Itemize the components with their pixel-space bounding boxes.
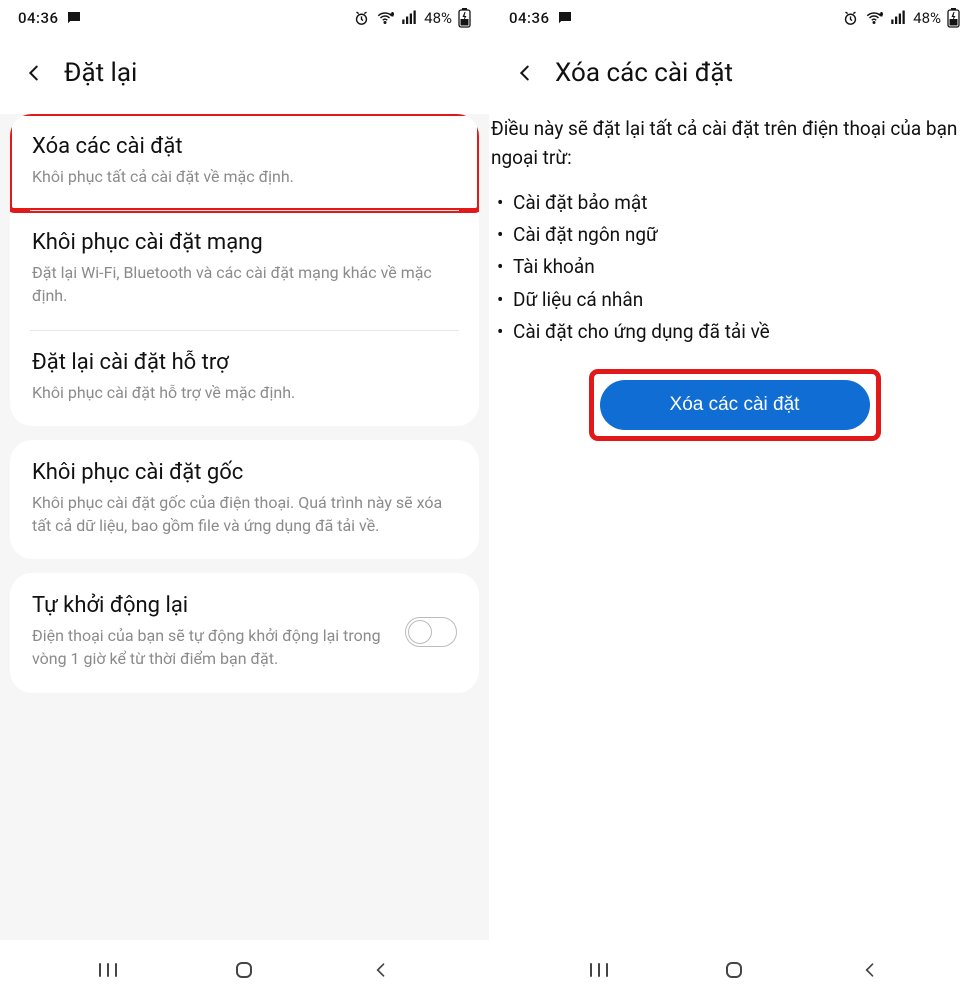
reset-settings-button[interactable]: Xóa các cài đặt	[600, 380, 870, 430]
alarm-icon	[842, 10, 859, 27]
item-desc: Khôi phục cài đặt hỗ trợ về mặc định.	[32, 381, 457, 404]
message-icon	[65, 9, 83, 27]
phone-screen-left: 04:36 + 48% Đặt lại	[0, 0, 489, 1000]
status-bar: 04:36 + 48%	[491, 0, 978, 36]
wifi-icon: +	[865, 9, 883, 27]
settings-group-2: Khôi phục cài đặt gốc Khôi phục cài đặt …	[10, 440, 479, 559]
settings-group-3: Tự khởi động lại Điện thoại của bạn sẽ t…	[10, 573, 479, 692]
signal-icon	[889, 9, 907, 27]
list-item: Dữ liệu cá nhân	[513, 284, 978, 316]
nav-home[interactable]	[709, 955, 759, 985]
nav-recents[interactable]	[574, 955, 624, 985]
back-button[interactable]	[22, 61, 46, 85]
battery-icon	[458, 8, 471, 28]
list-item: Cài đặt ngôn ngữ	[513, 219, 978, 251]
nav-back[interactable]	[845, 955, 895, 985]
item-desc: Điện thoại của bạn sẽ tự động khởi động …	[32, 624, 391, 670]
battery-text: 48%	[424, 9, 452, 27]
nav-recents[interactable]	[83, 955, 133, 985]
item-auto-restart[interactable]: Tự khởi động lại Điện thoại của bạn sẽ t…	[10, 573, 479, 692]
page-title: Xóa các cài đặt	[555, 58, 733, 88]
svg-text:+: +	[391, 12, 394, 18]
item-title: Đặt lại cài đặt hỗ trợ	[32, 350, 457, 375]
status-bar: 04:36 + 48%	[0, 0, 489, 36]
item-desc: Khôi phục tất cả cài đặt về mặc định.	[32, 165, 457, 188]
list-item: Cài đặt cho ứng dụng đã tải về	[513, 316, 978, 348]
alarm-icon	[353, 10, 370, 27]
item-title: Xóa các cài đặt	[32, 134, 457, 159]
detail-intro: Điều này sẽ đặt lại tất cả cài đặt trên …	[491, 114, 978, 173]
nav-home[interactable]	[219, 955, 269, 985]
exclusion-list: Cài đặt bảo mật Cài đặt ngôn ngữ Tài kho…	[491, 187, 978, 348]
page-title: Đặt lại	[64, 58, 137, 88]
detail-content: Điều này sẽ đặt lại tất cả cài đặt trên …	[491, 114, 978, 940]
item-desc: Đặt lại Wi-Fi, Bluetooth và các cài đặt …	[32, 261, 457, 307]
header: Xóa các cài đặt	[491, 36, 978, 114]
back-button[interactable]	[513, 61, 537, 85]
nav-bar	[0, 940, 489, 1000]
item-title: Khôi phục cài đặt mạng	[32, 230, 457, 255]
phone-screen-right: 04:36 + 48% Xóa các cài đặt	[489, 0, 978, 1000]
signal-icon	[400, 9, 418, 27]
nav-bar	[491, 940, 978, 1000]
battery-icon	[947, 8, 960, 28]
header: Đặt lại	[0, 36, 489, 114]
battery-text: 48%	[913, 9, 941, 27]
item-title: Khôi phục cài đặt gốc	[32, 460, 457, 485]
list-item: Cài đặt bảo mật	[513, 187, 978, 219]
nav-back[interactable]	[356, 955, 406, 985]
message-icon	[556, 9, 574, 27]
item-reset-network[interactable]: Khôi phục cài đặt mạng Đặt lại Wi-Fi, Bl…	[10, 210, 479, 329]
settings-group-1: Xóa các cài đặt Khôi phục tất cả cài đặt…	[10, 114, 479, 426]
auto-restart-toggle[interactable]	[405, 617, 457, 647]
svg-text:+: +	[880, 12, 883, 18]
highlight-box: Xóa các cài đặt	[594, 374, 876, 436]
wifi-icon: +	[376, 9, 394, 27]
item-reset-settings[interactable]: Xóa các cài đặt Khôi phục tất cả cài đặt…	[10, 114, 479, 210]
item-desc: Khôi phục cài đặt gốc của điện thoại. Qu…	[32, 491, 457, 537]
item-factory-reset[interactable]: Khôi phục cài đặt gốc Khôi phục cài đặt …	[10, 440, 479, 559]
status-time: 04:36	[509, 9, 550, 27]
list-item: Tài khoản	[513, 251, 978, 283]
item-title: Tự khởi động lại	[32, 593, 391, 618]
item-reset-accessibility[interactable]: Đặt lại cài đặt hỗ trợ Khôi phục cài đặt…	[10, 330, 479, 426]
status-time: 04:36	[18, 9, 59, 27]
